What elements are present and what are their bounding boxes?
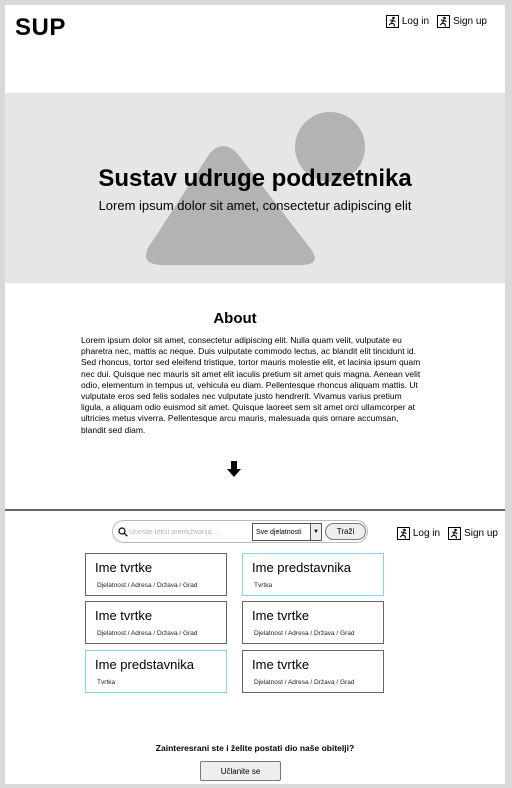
cta-text: Zainteresrani ste i želite postati dio n… <box>155 743 355 753</box>
about-text: Lorem ipsum dolor sit amet, consectetur … <box>81 335 421 435</box>
signup-icon <box>437 15 451 28</box>
join-button[interactable]: Učlanite se <box>200 761 281 781</box>
card-title: Ime predstavnika <box>95 657 194 672</box>
company-card[interactable]: Ime tvrtke Djelatnost / Adresa / Država … <box>85 601 227 644</box>
company-card[interactable]: Ime tvrtke Djelatnost / Adresa / Država … <box>85 553 227 596</box>
card-title: Ime tvrtke <box>95 608 153 623</box>
page: SUP Log in Sign up Sustav udruge poduzet… <box>5 5 505 784</box>
card-title: Ime tvrtke <box>252 608 310 623</box>
company-card[interactable]: Ime tvrtke Djelatnost / Adresa / Država … <box>242 650 384 693</box>
search-input[interactable] <box>129 525 249 539</box>
arrow-down-icon[interactable] <box>225 460 243 478</box>
card-subtitle: Djelatnost / Adresa / Država / Grad <box>97 630 198 637</box>
hero-subtitle: Lorem ipsum dolor sit amet, consectetur … <box>98 198 412 213</box>
signup-link[interactable]: Sign up <box>448 527 498 540</box>
card-subtitle: Tvrtka <box>254 582 273 589</box>
search-bar: Sve djelatnosti ▼ Traži <box>112 520 368 543</box>
signup-link[interactable]: Sign up <box>437 15 487 28</box>
representative-card[interactable]: Ime predstavnika Tvrtka <box>242 553 384 596</box>
search-button[interactable]: Traži <box>325 523 366 540</box>
card-subtitle: Tvrtka <box>97 679 116 686</box>
login-link[interactable]: Log in <box>385 15 430 28</box>
company-card[interactable]: Ime tvrtke Djelatnost / Adresa / Država … <box>242 601 384 644</box>
auth-links-bottom: Log in Sign up <box>396 527 498 540</box>
hero-banner: Sustav udruge poduzetnika Lorem ipsum do… <box>5 93 505 283</box>
login-link[interactable]: Log in <box>396 527 441 540</box>
signup-label: Sign up <box>464 528 498 539</box>
card-title: Ime tvrtke <box>95 560 153 575</box>
signup-icon <box>448 527 462 540</box>
card-subtitle: Djelatnost / Adresa / Država / Grad <box>254 679 355 686</box>
activity-filter-select[interactable]: Sve djelatnosti ▼ <box>252 523 322 541</box>
search-icon <box>118 527 128 537</box>
logo: SUP <box>15 14 66 41</box>
signup-label: Sign up <box>453 16 487 27</box>
hero-title: Sustav udruge poduzetnika <box>98 165 412 192</box>
section-divider <box>5 509 505 511</box>
auth-links-top: Log in Sign up <box>385 15 487 28</box>
chevron-down-icon[interactable]: ▼ <box>310 524 321 540</box>
login-label: Log in <box>412 528 441 539</box>
card-title: Ime predstavnika <box>252 560 351 575</box>
login-label: Log in <box>401 16 430 27</box>
login-icon <box>385 15 399 28</box>
card-title: Ime tvrtke <box>252 657 310 672</box>
representative-card[interactable]: Ime predstavnika Tvrtka <box>85 650 227 693</box>
card-subtitle: Djelatnost / Adresa / Država / Grad <box>254 630 355 637</box>
card-subtitle: Djelatnost / Adresa / Država / Grad <box>97 582 198 589</box>
activity-filter-value: Sve djelatnosti <box>256 528 302 536</box>
login-icon <box>396 527 410 540</box>
about-title: About <box>213 310 257 327</box>
